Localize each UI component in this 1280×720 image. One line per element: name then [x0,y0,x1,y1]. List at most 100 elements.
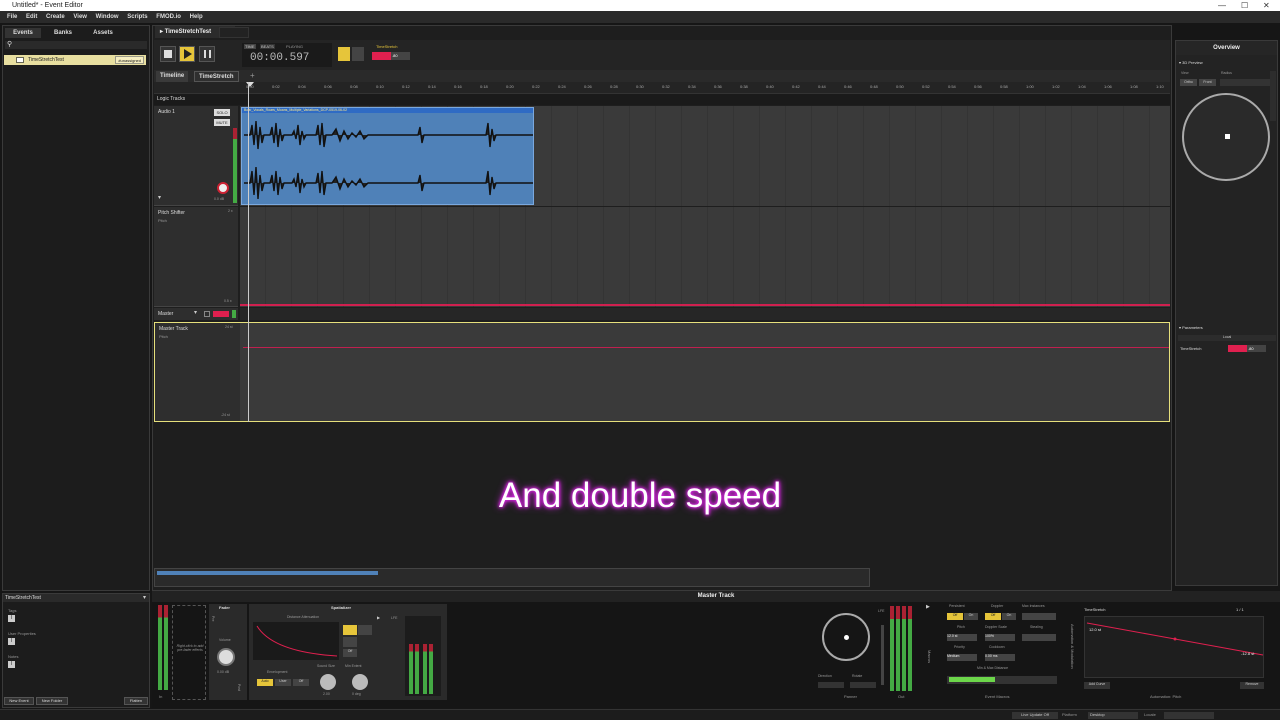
maximize-icon[interactable]: ☐ [1241,0,1248,11]
remove-button[interactable]: Remove [1240,682,1264,689]
panner-circle[interactable] [822,613,870,661]
volume-knob[interactable] [217,182,229,194]
menu-file[interactable]: File [7,11,17,23]
master-pitch-curve[interactable] [243,347,1169,348]
env-off-button[interactable]: Off [293,679,309,686]
persistent-on-button[interactable]: On [964,613,978,620]
collapse-chevron-icon[interactable]: ▾ [158,194,161,201]
master-volume-slider[interactable] [213,311,229,317]
pitch-macro-field[interactable]: 12.0 st [947,634,977,641]
master-settings-icon[interactable] [204,311,210,317]
user-props-add-button[interactable]: I [8,638,15,645]
master-track-row[interactable]: Master ▾ [154,308,238,320]
atten-off-button[interactable]: Off [343,649,357,657]
minimize-icon[interactable]: — [1218,0,1226,11]
max-instances-field[interactable] [1022,613,1056,620]
sound-size-knob[interactable] [320,674,336,690]
master-track-automation[interactable]: Master Track Pitch 24 st -24 st [154,322,1170,422]
automation-page[interactable]: 1 / 1 [1236,607,1244,612]
pitch-shifter-lane[interactable] [240,207,1170,307]
time-mode-label[interactable]: TIME [244,44,256,49]
pause-button[interactable] [199,46,215,62]
atten-inverse-button[interactable] [358,625,372,635]
list-view-button[interactable] [338,47,350,61]
parameters-header[interactable]: ▾ Parameters [1179,325,1203,330]
menu-fmodio[interactable]: FMOD.io [156,11,181,23]
automation-graph[interactable]: 12.0 st -12.8 st [1084,616,1264,678]
macros-play-icon[interactable]: ▶ [926,604,930,610]
overview-scrollbar[interactable] [1270,71,1276,121]
timeline-scrollbar[interactable] [154,568,870,587]
timestretch-param-slider[interactable]: .80 [372,52,410,60]
menu-scripts[interactable]: Scripts [127,11,147,23]
add-curve-button[interactable]: Add Curve [1084,682,1110,689]
close-icon[interactable]: ✕ [1263,0,1270,11]
stealing-dropdown[interactable] [1022,634,1056,641]
min-extent-knob[interactable] [352,674,368,690]
pre-fader-slot[interactable]: Right-click to add pre-fader effects [172,605,206,700]
platform-dropdown[interactable]: Desktop [1088,712,1138,719]
doppler-on-button[interactable]: On [1002,613,1016,620]
cooldown-field[interactable]: 0.00 ms [985,654,1015,661]
fader-volume-knob[interactable] [217,648,235,666]
minmax-slider[interactable] [947,676,1057,684]
env-auto-button[interactable]: Auto [257,679,273,686]
flatten-button[interactable]: Flatten [124,697,148,705]
atten-custom-button[interactable] [343,637,357,647]
listener-icon[interactable] [1225,134,1230,139]
notes-add-button[interactable]: I [8,661,15,668]
atten-linear-button[interactable] [343,625,357,635]
timeline-ruler[interactable]: 0:00 0:02 0:04 0:06 0:08 0:10 0:12 0:14 0:16 0:18… [154,82,1170,94]
tab-banks[interactable]: Banks [45,28,81,38]
doppler-off-button[interactable]: Off [985,613,1001,620]
panner-dot[interactable] [844,635,849,640]
doppler-scale-field[interactable]: 100% [985,634,1015,641]
ortho-button[interactable]: Ortho [1180,79,1197,86]
pitch-shifter-header[interactable]: Pitch Shifter Pitch 2 x 0.5 x [154,207,238,307]
locale-dropdown[interactable] [1164,712,1214,719]
chevron-down-icon[interactable]: ▾ [143,594,146,601]
ruler-tick: 0:10 [376,84,384,89]
direction-field[interactable] [818,682,844,688]
play-preview-icon[interactable]: ▶ [377,615,380,620]
front-button[interactable]: Front [1199,79,1216,86]
master-chevron-icon[interactable]: ▾ [194,309,197,316]
attenuation-graph[interactable] [253,622,339,660]
overview-param-slider[interactable]: .80 [1228,345,1266,352]
audio-track-header[interactable]: Audio 1 SOLO MUTE 0.0 dB ▾ [154,106,238,206]
3d-preview-header[interactable]: ▾ 3D Preview [1179,60,1203,65]
rotate-field[interactable] [850,682,876,688]
menu-create[interactable]: Create [46,11,65,23]
menu-view[interactable]: View [73,11,87,23]
stop-button[interactable] [160,46,176,62]
solo-button[interactable]: SOLO [214,109,230,116]
event-item[interactable]: TimeStretchTest #unassigned [4,55,146,65]
radius-slider[interactable] [1220,79,1270,86]
menu-edit[interactable]: Edit [26,11,37,23]
tab-events[interactable]: Events [5,28,41,38]
new-event-button[interactable]: New Event [4,697,34,705]
grid-view-button[interactable] [352,47,364,61]
pitch-automation-curve[interactable] [240,304,1170,306]
tab-assets[interactable]: Assets [85,28,121,38]
persistent-off-button[interactable]: Off [947,613,963,620]
tab-timeline[interactable]: Timeline [156,71,189,82]
lfe-slider[interactable] [881,625,884,685]
tags-add-button[interactable]: I [8,615,15,622]
add-parameter-tab-button[interactable]: + [250,71,255,80]
timeline-scroll-thumb[interactable] [157,571,378,575]
menu-window[interactable]: Window [96,11,119,23]
new-tab-button[interactable] [219,27,249,38]
beats-mode-label[interactable]: BEATS [260,44,275,49]
3d-preview-circle[interactable] [1182,93,1270,181]
new-folder-button[interactable]: New Folder [36,697,68,705]
play-button[interactable] [179,46,195,62]
audio-clip[interactable]: Boar_Vocals_Roars_Moans_Multiple_Variati… [241,107,534,205]
browser-search-input[interactable]: ⚲ [5,41,147,49]
menu-help[interactable]: Help [190,11,203,23]
tab-timestretch[interactable]: TimeStretch [194,71,239,82]
live-update-button[interactable]: Live Update Off [1012,712,1058,719]
mute-button[interactable]: MUTE [214,119,230,126]
priority-dropdown[interactable]: Medium [947,654,977,661]
env-user-button[interactable]: User [275,679,291,686]
